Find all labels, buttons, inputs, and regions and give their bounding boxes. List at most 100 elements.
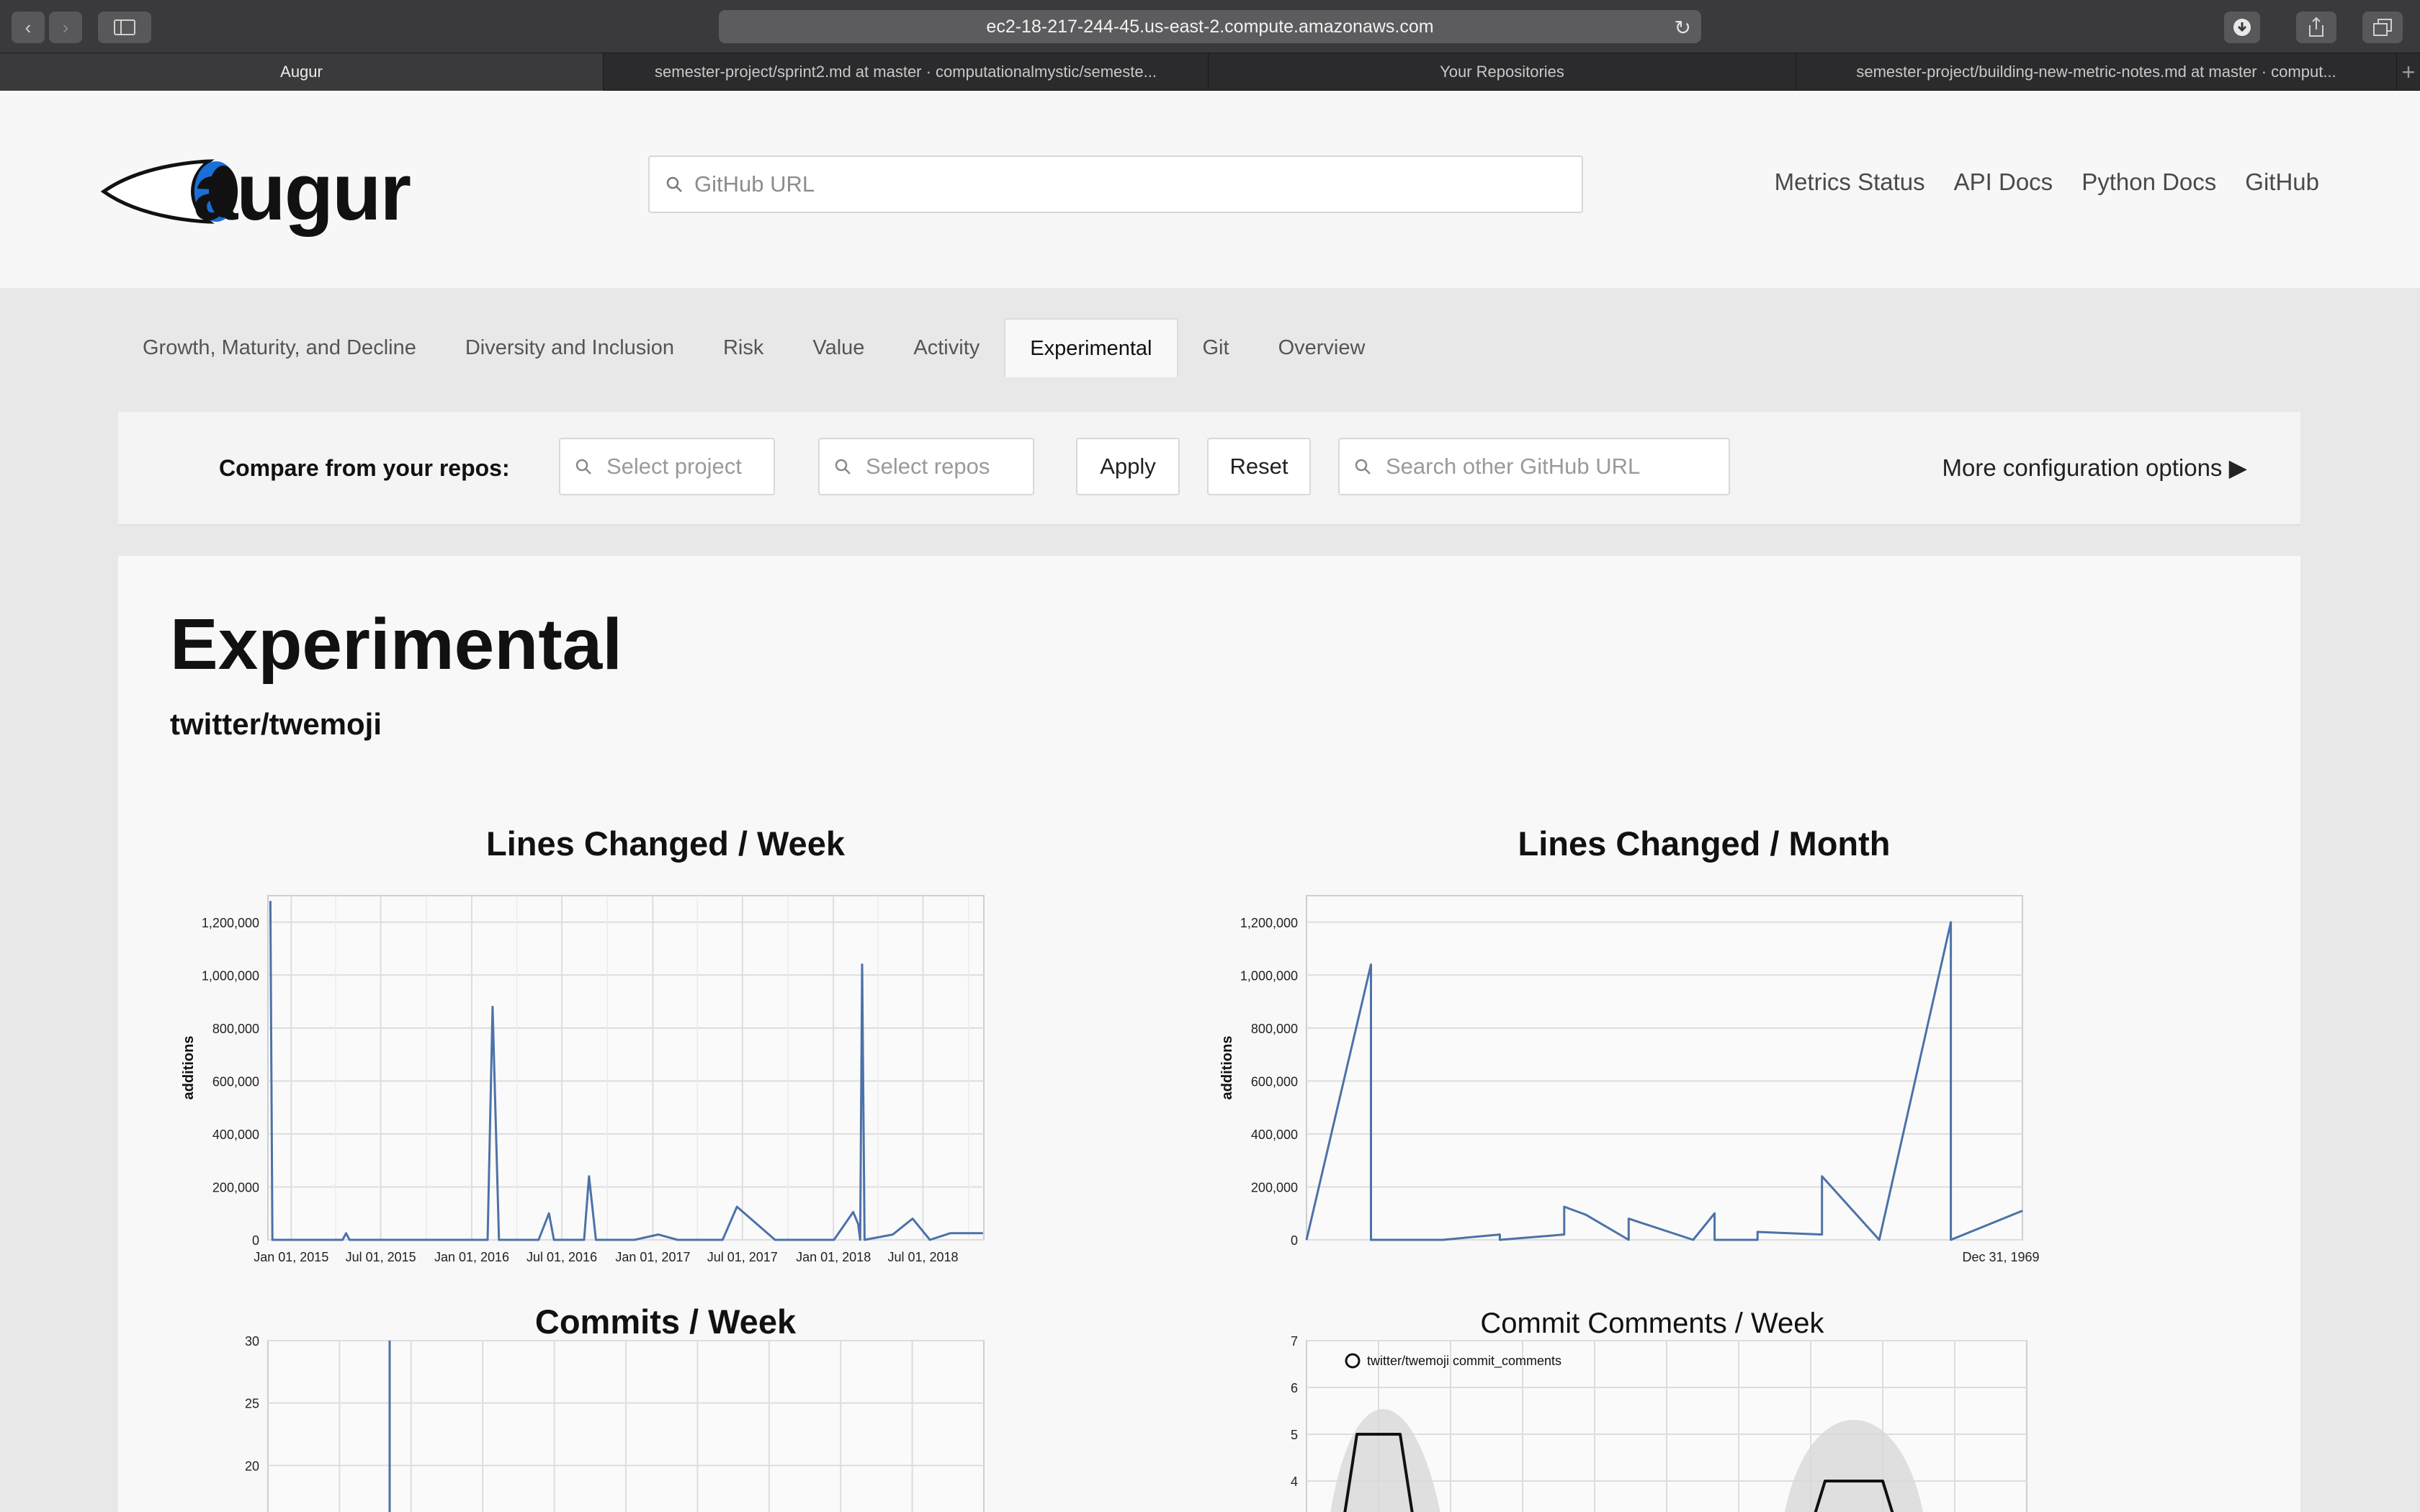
tab-label: Activity — [913, 336, 980, 359]
nav-python-docs[interactable]: Python Docs — [2081, 168, 2216, 196]
more-config-label: More configuration options — [1942, 454, 2223, 481]
x-tick-label: Jan 01, 2016 — [434, 1250, 509, 1264]
tab-label: Overview — [1278, 336, 1366, 359]
select-project-placeholder: Select project — [606, 454, 742, 479]
search-other-url-placeholder: Search other GitHub URL — [1386, 454, 1641, 479]
y-tick-label: 400,000 — [212, 1128, 259, 1142]
tab-git[interactable]: Git — [1178, 318, 1254, 377]
apply-button[interactable]: Apply — [1076, 438, 1180, 495]
y-tick-label: 200,000 — [212, 1180, 259, 1194]
browser-tab-label: semester-project/building-new-metric-not… — [1856, 63, 2336, 81]
share-button[interactable] — [2296, 12, 2336, 43]
data-point — [1356, 1434, 1358, 1435]
data-point — [858, 1223, 859, 1225]
x-tick-label: Jul 01, 2017 — [707, 1250, 778, 1264]
top-nav: Metrics Status API Docs Python Docs GitH… — [1775, 168, 2319, 196]
browser-tab-repositories[interactable]: Your Repositories — [1209, 53, 1796, 91]
chart-title-lines-week: Lines Changed / Week — [486, 824, 845, 863]
tab-value[interactable]: Value — [788, 318, 889, 377]
share-icon — [2309, 17, 2323, 37]
new-tab-button[interactable]: + — [2397, 53, 2420, 91]
data-point — [342, 1239, 344, 1241]
chevron-right-icon: › — [62, 16, 69, 38]
tabs-icon — [2373, 19, 2392, 36]
compare-bar: Compare from your repos: Select project … — [118, 412, 2300, 526]
y-tick-label: 0 — [252, 1233, 259, 1248]
compare-label: Compare from your repos: — [219, 455, 510, 481]
browser-tab-label: semester-project/sprint2.md at master · … — [655, 63, 1157, 81]
browser-tab-augur[interactable]: Augur — [0, 53, 604, 91]
data-point — [1757, 1231, 1758, 1233]
back-button[interactable]: ‹ — [12, 12, 45, 43]
browser-tab-metric-notes[interactable]: semester-project/building-new-metric-not… — [1796, 53, 2397, 91]
reset-button[interactable]: Reset — [1207, 438, 1311, 495]
data-point — [677, 1239, 678, 1241]
data-point — [411, 1239, 412, 1241]
chart-title-lines-month: Lines Changed / Month — [1518, 824, 1891, 863]
search-icon — [1355, 459, 1371, 474]
nav-github[interactable]: GitHub — [2245, 168, 2319, 196]
browser-tab-label: Augur — [280, 63, 323, 81]
tab-label: Growth, Maturity, and Decline — [143, 336, 416, 359]
data-point — [722, 1239, 723, 1241]
downloads-button[interactable] — [2224, 12, 2260, 43]
lines-week-chart: 0 200,000 400,000 600,000 800,000 1,000,000 1,… — [181, 895, 985, 1264]
data-point — [548, 1212, 550, 1214]
more-config-options[interactable]: More configuration options ▶ — [1942, 454, 2247, 482]
augur-logo[interactable]: augur — [101, 147, 432, 237]
reload-icon[interactable]: ↻ — [1675, 16, 1691, 40]
site-header: augur GitHub URL Metrics Status API Docs… — [0, 91, 2420, 288]
tab-label: Value — [812, 336, 865, 359]
plot-area — [1306, 895, 2023, 1241]
y-tick-label: 6 — [1291, 1381, 1298, 1395]
sidebar-toggle-button[interactable] — [98, 12, 151, 43]
select-repos-input[interactable]: Select repos — [818, 438, 1034, 495]
lines-month-chart: 0 200,000 400,000 600,000 800,000 1,000,000 1,… — [1219, 895, 2040, 1264]
data-point — [1821, 1234, 1823, 1236]
data-point — [859, 1239, 861, 1241]
y-axis-label: additions — [1219, 1036, 1235, 1100]
tab-growth[interactable]: Growth, Maturity, and Decline — [118, 318, 441, 377]
triangle-right-icon: ▶ — [2228, 454, 2247, 481]
tab-experimental[interactable]: Experimental — [1004, 318, 1178, 377]
x-tick-label: Jul 01, 2015 — [346, 1250, 416, 1264]
x-tick-label: Jan 01, 2018 — [796, 1250, 871, 1264]
y-tick-label: 0 — [1291, 1233, 1298, 1248]
search-other-url-input[interactable]: Search other GitHub URL — [1338, 438, 1730, 495]
experimental-section: Experimental twitter/twemoji Lines Chang… — [118, 556, 2300, 1512]
repo-name: twitter/twemoji — [170, 707, 382, 741]
browser-tab-strip: Augur semester-project/sprint2.md at mas… — [0, 53, 2420, 91]
y-tick-label: 1,200,000 — [1240, 916, 1298, 930]
y-tick-label: 5 — [1291, 1428, 1298, 1442]
page-title: Experimental — [170, 604, 623, 685]
tab-label: Experimental — [1030, 336, 1152, 360]
y-tick-label: 600,000 — [1251, 1074, 1298, 1089]
legend-label: twitter/twemoji commit_comments — [1367, 1354, 1561, 1369]
tab-overview[interactable]: Overview — [1254, 318, 1390, 377]
x-tick-label: Jan 01, 2015 — [254, 1250, 328, 1264]
data-point — [2022, 1210, 2023, 1212]
tab-activity[interactable]: Activity — [889, 318, 1004, 377]
plot-area — [267, 895, 985, 1241]
address-bar[interactable]: ec2-18-217-244-45.us-east-2.compute.amaz… — [719, 10, 1701, 43]
tab-risk[interactable]: Risk — [699, 318, 788, 377]
forward-button[interactable]: › — [49, 12, 82, 43]
y-tick-label: 800,000 — [212, 1022, 259, 1036]
tab-label: Diversity and Inclusion — [465, 336, 674, 359]
data-point — [658, 1234, 659, 1236]
y-tick-label: 7 — [1291, 1334, 1298, 1349]
tab-diversity[interactable]: Diversity and Inclusion — [441, 318, 699, 377]
data-point — [1950, 1239, 1952, 1241]
data-point — [929, 1239, 931, 1241]
nav-api-docs[interactable]: API Docs — [1954, 168, 2053, 196]
nav-metrics-status[interactable]: Metrics Status — [1775, 168, 1925, 196]
data-point — [297, 1239, 299, 1241]
github-url-input[interactable]: GitHub URL — [648, 156, 1583, 213]
logo-wordmark: augur — [193, 147, 411, 237]
y-tick-label: 400,000 — [1251, 1128, 1298, 1142]
y-tick-label: 1,000,000 — [202, 968, 259, 983]
select-project-input[interactable]: Select project — [559, 438, 775, 495]
browser-tab-sprint2[interactable]: semester-project/sprint2.md at master · … — [604, 53, 1209, 91]
x-tick-label: Jul 01, 2018 — [887, 1250, 958, 1264]
tab-overview-button[interactable] — [2362, 12, 2403, 43]
